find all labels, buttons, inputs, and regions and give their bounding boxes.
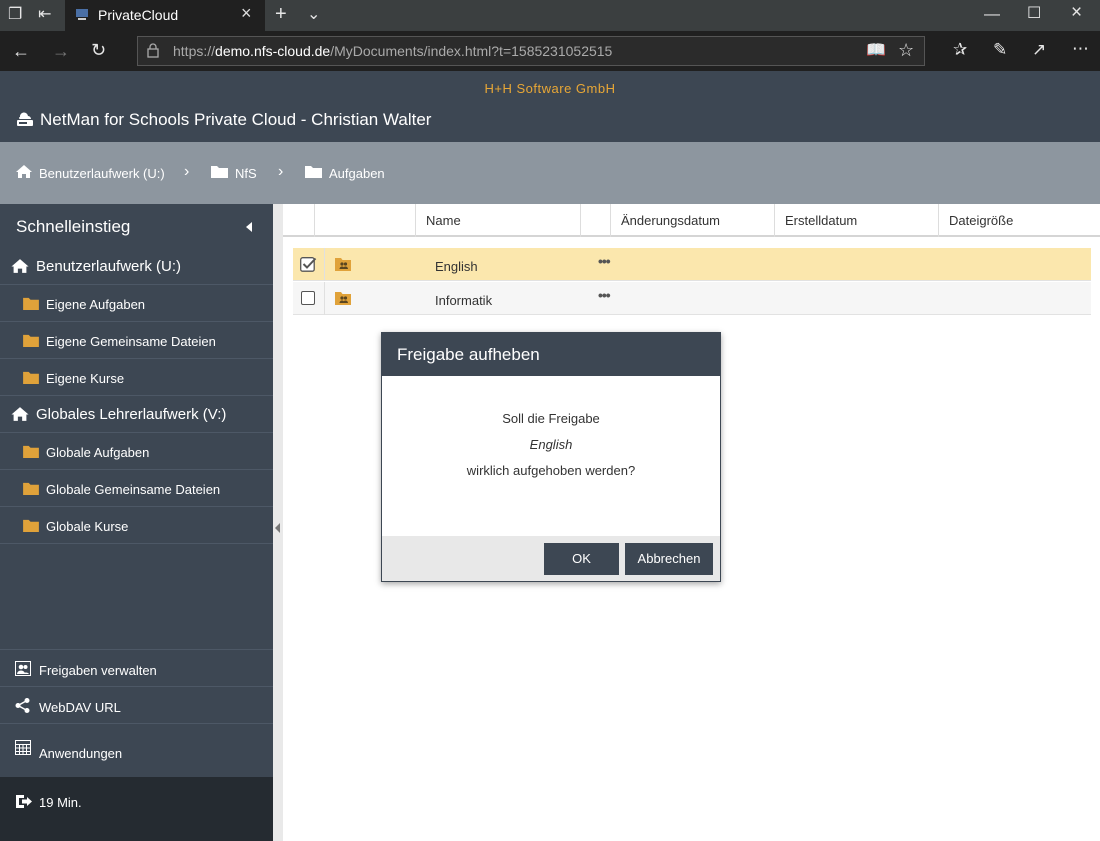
home-icon — [16, 165, 32, 178]
dialog-item-name: English — [529, 437, 573, 452]
favorite-star-icon[interactable]: ☆ — [898, 41, 914, 59]
sidebar-item-anwendungen[interactable]: Anwendungen — [0, 723, 273, 777]
cancel-button[interactable]: Abbrechen — [625, 543, 713, 575]
folder-icon — [23, 334, 39, 347]
unshare-dialog: Freigabe aufheben Soll die Freigabe Engl… — [381, 332, 721, 582]
sidebar-item-eigene-gemeinsame-dateien[interactable]: Eigene Gemeinsame Dateien — [0, 322, 273, 359]
column-actions-header — [580, 204, 610, 237]
forward-icon[interactable]: → — [52, 42, 70, 60]
folder-icon — [211, 166, 228, 178]
tab-list-chevron-icon[interactable]: ⌄ — [307, 7, 320, 23]
sidebar-collapse-icon[interactable] — [246, 222, 252, 232]
row-actions-icon[interactable]: ••• — [598, 253, 611, 269]
page-title: NetMan for Schools Private Cloud - Chris… — [40, 110, 432, 129]
new-tab-icon[interactable]: + — [275, 4, 287, 24]
dialog-header: Freigabe aufheben — [382, 333, 720, 376]
sidebar-item-teacher-drive[interactable]: Globales Lehrerlaufwerk (V:) — [0, 396, 273, 433]
home-icon — [11, 407, 29, 421]
tab-title: PrivateCloud — [98, 7, 179, 23]
folder-icon — [23, 297, 39, 310]
table-row[interactable]: Informatik ••• — [293, 282, 1091, 315]
checkbox-unchecked[interactable] — [301, 291, 315, 305]
sidebar-item-webdav-url[interactable]: WebDAV URL — [0, 686, 273, 723]
app-header: H+H Software GmbH NetMan for Schools Pri… — [0, 71, 1100, 142]
sidebar-item-globale-gemeinsame-dateien[interactable]: Globale Gemeinsame Dateien — [0, 470, 273, 507]
refresh-icon[interactable]: ↻ — [91, 41, 106, 59]
url-text: https://demo.nfs-cloud.de/MyDocuments/in… — [173, 43, 613, 59]
sidebar-item-eigene-kurse[interactable]: Eigene Kurse — [0, 359, 273, 396]
shared-folder-icon — [335, 258, 351, 271]
tab-manager-icon[interactable]: ❐ — [8, 7, 22, 23]
splitter-arrow-icon[interactable] — [275, 523, 280, 533]
sidebar-item-globale-kurse[interactable]: Globale Kurse — [0, 507, 273, 544]
folder-icon — [305, 166, 322, 178]
ok-button[interactable]: OK — [544, 543, 619, 575]
folder-icon — [23, 519, 39, 532]
folder-icon — [23, 445, 39, 458]
folder-icon — [23, 371, 39, 384]
lock-icon — [147, 43, 159, 58]
column-header-created[interactable]: Erstelldatum — [774, 204, 938, 237]
sidebar-item-globale-aufgaben[interactable]: Globale Aufgaben — [0, 433, 273, 470]
minimize-icon[interactable]: — — [984, 7, 1000, 23]
file-table-header: Name Änderungsdatum Erstelldatum Dateigr… — [283, 204, 1100, 237]
address-bar[interactable]: https://demo.nfs-cloud.de/MyDocuments/in… — [137, 36, 925, 66]
browser-toolbar: ← → ↻ https://demo.nfs-cloud.de/MyDocume… — [0, 31, 1100, 71]
sidebar-item-user-drive[interactable]: Benutzerlaufwerk (U:) — [0, 248, 273, 285]
file-name[interactable]: Informatik — [435, 293, 492, 308]
sidebar-item-freigaben-verwalten[interactable]: Freigaben verwalten — [0, 649, 273, 686]
back-icon[interactable]: ← — [12, 42, 30, 60]
tab-favicon-icon — [76, 9, 88, 20]
settings-more-icon[interactable]: ⋯ — [1072, 40, 1089, 57]
sidebar: Schnelleinstieg Benutzerlaufwerk (U:) Ei… — [0, 204, 273, 841]
dialog-footer: OK Abbrechen — [382, 536, 720, 581]
breadcrumb-separator: › — [278, 163, 284, 180]
file-name[interactable]: English — [435, 259, 478, 274]
sidebar-splitter[interactable] — [273, 204, 283, 841]
pen-notes-icon[interactable]: ✎ — [993, 41, 1007, 58]
session-timer[interactable]: 19 Min. — [0, 777, 273, 841]
table-row[interactable]: English ••• — [293, 248, 1091, 281]
dialog-line-confirm: wirklich aufgehoben werden? — [466, 463, 636, 478]
home-icon — [11, 259, 29, 273]
cloud-drive-icon — [17, 112, 33, 126]
logout-icon — [16, 795, 32, 808]
set-aside-tabs-icon[interactable]: ⇤ — [38, 7, 51, 23]
row-actions-icon[interactable]: ••• — [598, 287, 611, 303]
breadcrumb-separator: › — [184, 163, 190, 180]
folder-icon — [23, 482, 39, 495]
sidebar-heading: Schnelleinstieg — [16, 217, 131, 236]
column-header-name[interactable]: Name — [415, 204, 580, 237]
shared-folder-icon — [335, 292, 351, 305]
browser-tabstrip: ❐ ⇤ PrivateCloud × + ⌄ — ☐ × — [0, 0, 1100, 31]
dialog-line-question: Soll die Freigabe — [502, 411, 600, 426]
share-nodes-icon — [15, 698, 30, 713]
reading-view-icon[interactable]: 📖 — [866, 43, 886, 59]
apps-grid-icon — [15, 740, 31, 755]
sidebar-item-eigene-aufgaben[interactable]: Eigene Aufgaben — [0, 285, 273, 322]
breadcrumb: Benutzerlaufwerk (U:) › NfS › Aufgaben — [0, 142, 1100, 204]
column-header-size[interactable]: Dateigröße — [938, 204, 1100, 237]
window-close-icon[interactable]: × — [1071, 3, 1082, 22]
share-icon[interactable]: ↗ — [1032, 41, 1046, 58]
company-name: H+H Software GmbH — [484, 81, 616, 96]
dialog-message: Soll die Freigabe English wirklich aufge… — [382, 411, 720, 489]
dialog-title: Freigabe aufheben — [397, 345, 540, 364]
favorites-hub-icon[interactable]: ✰ — [953, 41, 967, 58]
browser-tab[interactable]: PrivateCloud × — [65, 0, 265, 31]
checkbox-checked[interactable] — [300, 256, 317, 272]
column-header-modified[interactable]: Änderungsdatum — [610, 204, 774, 237]
shared-users-icon — [15, 661, 31, 676]
maximize-icon[interactable]: ☐ — [1027, 6, 1041, 22]
column-icon-header — [314, 204, 415, 237]
tab-close-icon[interactable]: × — [241, 3, 252, 24]
